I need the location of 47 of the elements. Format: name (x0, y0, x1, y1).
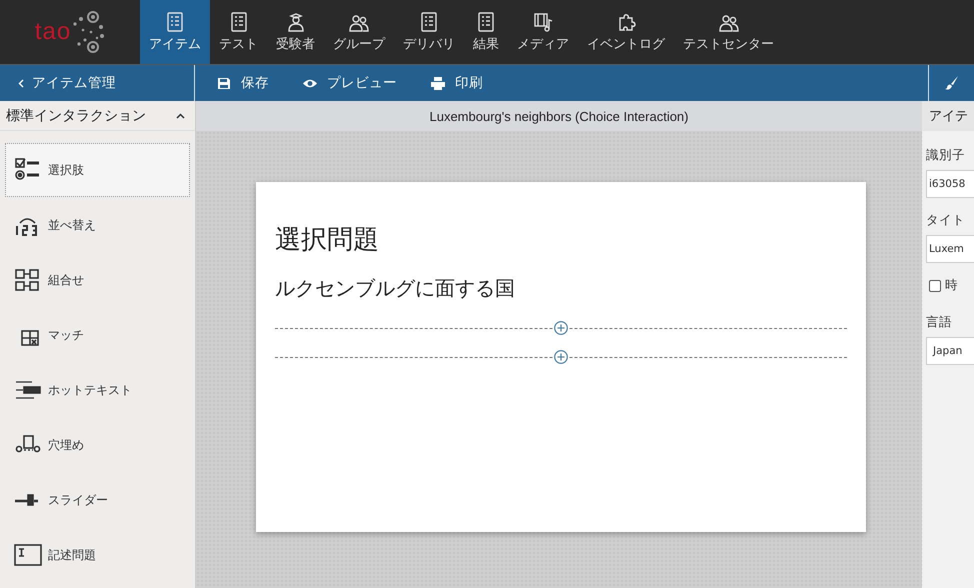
interaction-item[interactable]: スライダー (5, 473, 190, 527)
associate-icon (14, 267, 42, 293)
item-title: Luxembourg's neighbors (Choice Interaction) (196, 101, 922, 131)
plus-icon (554, 350, 568, 364)
nav-tab[interactable]: デリバリ (394, 0, 464, 64)
brush-icon (944, 76, 958, 90)
checkbox-label: 時 (945, 277, 958, 294)
interaction-item[interactable]: 記述問題 (5, 528, 190, 582)
printer-icon (431, 76, 445, 90)
nav-tab[interactable]: テスト (210, 0, 267, 64)
plus-icon (554, 321, 568, 335)
dots-icon (71, 10, 106, 54)
language-select[interactable]: Japan (926, 337, 974, 365)
nav-tab[interactable]: グループ (324, 0, 394, 64)
nav-tab[interactable]: イベントログ (578, 0, 674, 64)
interaction-item[interactable]: 並べ替え (5, 198, 190, 252)
panel-title: アイテ (922, 101, 974, 131)
interaction-item[interactable]: 選択肢 (5, 143, 190, 197)
nav-tab[interactable]: テストセンター (674, 0, 783, 64)
logo-text: tao (34, 18, 72, 46)
save-icon (217, 76, 231, 90)
field-label: タイト (926, 212, 966, 229)
field-label: 言語 (926, 314, 953, 331)
chevron-left-icon (18, 78, 24, 88)
nav-tab[interactable]: アイテム (140, 0, 210, 64)
item-heading: 選択問題 (275, 224, 380, 257)
identifier-field[interactable]: i63058 (926, 170, 974, 198)
add-block-button[interactable] (554, 321, 568, 335)
checkbox[interactable] (929, 280, 941, 292)
add-block-button[interactable] (554, 350, 568, 364)
title-field[interactable]: Luxem (926, 235, 974, 263)
interaction-item[interactable]: 穴埋め (5, 418, 190, 472)
caret-icon (176, 112, 185, 118)
section-header[interactable]: 標準インタラクション (0, 101, 195, 131)
interaction-item[interactable]: 組合せ (5, 253, 190, 307)
toolbar-button[interactable]: 印刷 (431, 74, 483, 92)
nav-tab[interactable]: 受験者 (267, 0, 324, 64)
field-label: 識別子 (926, 147, 966, 164)
nav-tab[interactable]: メディア (508, 0, 578, 64)
toolbar-button[interactable]: プレビュー (303, 74, 397, 92)
interaction-item[interactable]: マッチ (5, 308, 190, 362)
film-icon (532, 11, 554, 33)
interaction-item[interactable]: ホットテキスト (5, 363, 190, 417)
text-entry-icon (14, 542, 42, 568)
question-prompt: ルクセンブルグに面する国 (275, 275, 516, 302)
toolbar-button[interactable]: 保存 (217, 74, 269, 92)
nav-tab[interactable]: 結果 (464, 0, 508, 64)
